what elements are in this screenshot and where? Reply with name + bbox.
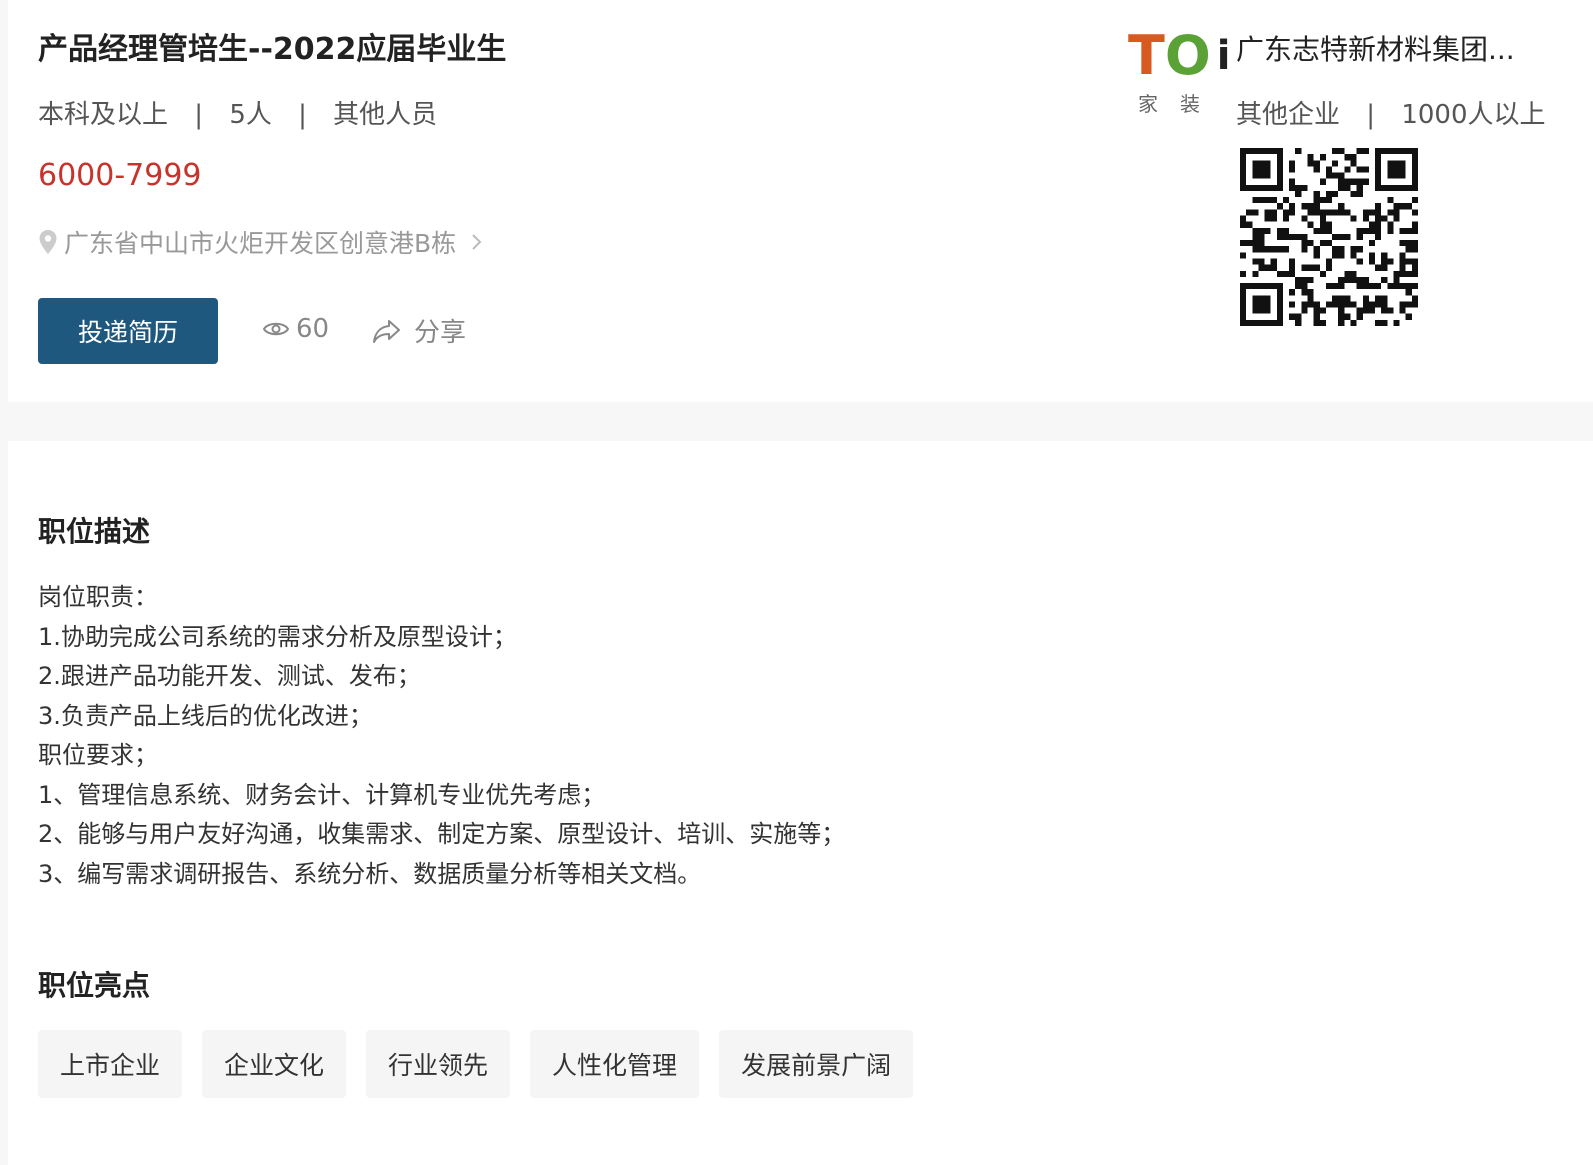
job-highlights-title: 职位亮点 bbox=[38, 969, 151, 1002]
separator: | bbox=[194, 100, 204, 130]
salary: 6000-7999 bbox=[38, 158, 202, 193]
logo-letter-i: i bbox=[1216, 33, 1231, 79]
description-line: 3、编写需求调研报告、系统分析、数据质量分析等相关文档。 bbox=[38, 859, 702, 888]
company-logo[interactable]: T O i 家装 bbox=[1128, 24, 1240, 120]
description-line: 1.协助完成公司系统的需求分析及原型设计； bbox=[38, 622, 517, 651]
location-pin-icon bbox=[39, 230, 57, 254]
highlight-tag: 行业领先 bbox=[366, 1030, 511, 1098]
job-description-body: 岗位职责： 1.协助完成公司系统的需求分析及原型设计； 2.跟进产品功能开发、测… bbox=[38, 578, 845, 894]
qr-code-icon bbox=[1240, 148, 1418, 326]
share-icon bbox=[373, 319, 400, 343]
share-label: 分享 bbox=[414, 318, 467, 348]
description-line: 2.跟进产品功能开发、测试、发布； bbox=[38, 662, 421, 690]
company-size: 1000人以上 bbox=[1401, 100, 1546, 130]
highlight-tag: 发展前景广阔 bbox=[719, 1030, 914, 1098]
job-highlights-heading: 职位亮点 bbox=[38, 964, 151, 1008]
share-button[interactable]: 分享 bbox=[372, 312, 466, 349]
view-count: 60 bbox=[262, 314, 329, 344]
company-name[interactable]: 广东志特新材料集团... bbox=[1236, 28, 1515, 68]
separator: | bbox=[1366, 100, 1376, 130]
headcount: 5人 bbox=[229, 100, 272, 130]
highlight-tags: 上市企业 企业文化 行业领先 人性化管理 发展前景广阔 bbox=[38, 1030, 914, 1098]
company-meta: 其他企业 | 1000人以上 bbox=[1236, 94, 1545, 131]
job-category: 其他人员 bbox=[333, 100, 438, 130]
highlight-tag: 企业文化 bbox=[202, 1030, 347, 1098]
highlight-tag: 上市企业 bbox=[38, 1030, 183, 1098]
job-description-title: 职位描述 bbox=[38, 515, 151, 548]
job-meta: 本科及以上 | 5人 | 其他人员 bbox=[38, 94, 437, 131]
description-line: 2、能够与用户友好沟通，收集需求、制定方案、原型设计、培训、实施等； bbox=[38, 820, 846, 848]
separator: | bbox=[298, 100, 307, 130]
logo-letter-t: T bbox=[1128, 24, 1165, 87]
logo-letter-o: O bbox=[1164, 24, 1211, 87]
description-line: 岗位职责： bbox=[38, 583, 158, 611]
eye-icon bbox=[262, 322, 290, 336]
company-type: 其他企业 bbox=[1236, 100, 1341, 130]
highlight-tag: 人性化管理 bbox=[530, 1030, 700, 1098]
location-text: 广东省中山市火炬开发区创意港B栋 bbox=[64, 229, 457, 258]
view-count-value: 60 bbox=[296, 314, 330, 344]
job-description-heading: 职位描述 bbox=[38, 510, 151, 554]
chevron-right-icon bbox=[472, 234, 482, 250]
apply-resume-button[interactable]: 投递简历 bbox=[38, 298, 218, 364]
job-title: 产品经理管培生--2022应届毕业生 bbox=[38, 32, 507, 67]
description-line: 1、管理信息系统、财务会计、计算机专业优先考虑； bbox=[38, 780, 606, 809]
description-line: 职位要求； bbox=[38, 741, 158, 769]
logo-subtitle: 家装 bbox=[1138, 92, 1222, 116]
education-requirement: 本科及以上 bbox=[38, 100, 169, 130]
location-link[interactable]: 广东省中山市火炬开发区创意港B栋 bbox=[38, 224, 484, 260]
description-line: 3.负责产品上线后的优化改进； bbox=[38, 701, 373, 730]
